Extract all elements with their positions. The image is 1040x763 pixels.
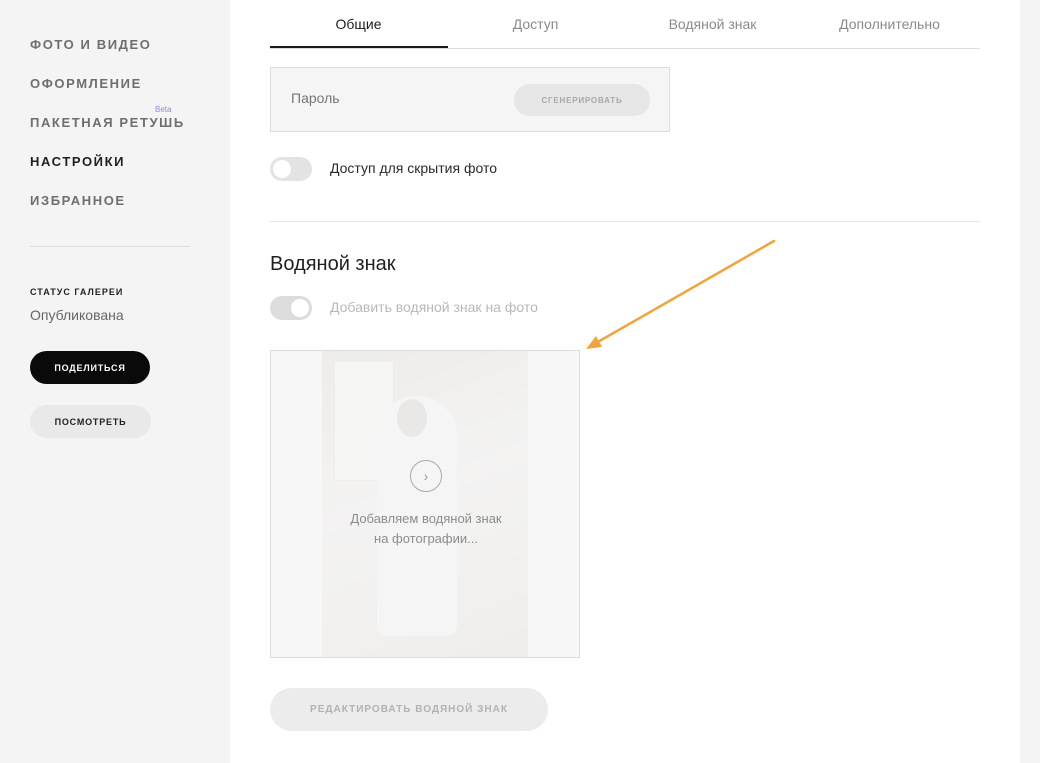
tab-additional[interactable]: Дополнительно xyxy=(801,16,978,32)
password-input[interactable] xyxy=(291,90,491,106)
right-edge-strip xyxy=(1020,0,1040,763)
settings-panel: Общие Доступ Водяной знак Дополнительно … xyxy=(230,0,1020,763)
settings-tabs: Общие Доступ Водяной знак Дополнительно xyxy=(270,0,980,49)
tab-watermark[interactable]: Водяной знак xyxy=(624,16,801,32)
preview-text-line2: на фотографии... xyxy=(374,531,478,546)
loading-spinner-icon: › xyxy=(410,460,442,492)
sidebar-item-photo-video[interactable]: ФОТО И ВИДЕО xyxy=(30,37,151,52)
sidebar-item-batch-retouch[interactable]: ПАКЕТНАЯ РЕТУШЬ xyxy=(30,115,185,130)
preview-loading-text: Добавляем водяной знак на фотографии... xyxy=(271,509,579,549)
toggle-knob xyxy=(291,299,309,317)
sidebar-item-design[interactable]: ОФОРМЛЕНИЕ xyxy=(30,76,142,91)
active-tab-indicator xyxy=(270,46,448,48)
preview-text-line1: Добавляем водяной знак xyxy=(350,511,502,526)
generate-password-button[interactable]: СГЕНЕРИРОВАТЬ xyxy=(514,84,650,116)
sidebar-item-favorites[interactable]: ИЗБРАННОЕ xyxy=(30,193,126,208)
gallery-status-value: Опубликована xyxy=(30,307,124,323)
hide-access-label: Доступ для скрытия фото xyxy=(330,160,497,176)
edit-watermark-button[interactable]: РЕДАКТИРОВАТЬ ВОДЯНОЙ ЗНАК xyxy=(270,688,548,731)
tab-access[interactable]: Доступ xyxy=(447,16,624,32)
sidebar-divider xyxy=(30,246,190,247)
sidebar: ФОТО И ВИДЕО ОФОРМЛЕНИЕ ПАКЕТНАЯ РЕТУШЬ … xyxy=(0,0,230,763)
share-button[interactable]: ПОДЕЛИТЬСЯ xyxy=(30,351,150,384)
toggle-knob xyxy=(273,160,291,178)
gallery-status-title: СТАТУС ГАЛЕРЕИ xyxy=(30,287,124,297)
hide-access-toggle[interactable] xyxy=(270,157,312,181)
tab-general[interactable]: Общие xyxy=(270,16,447,32)
section-divider xyxy=(270,221,980,222)
watermark-section-title: Водяной знак xyxy=(270,253,396,275)
sidebar-item-settings[interactable]: НАСТРОЙКИ xyxy=(30,154,125,169)
watermark-preview: › Добавляем водяной знак на фотографии..… xyxy=(270,350,580,658)
view-button[interactable]: ПОСМОТРЕТЬ xyxy=(30,405,151,438)
add-watermark-toggle[interactable] xyxy=(270,296,312,320)
beta-badge: Beta xyxy=(155,105,172,114)
password-box: СГЕНЕРИРОВАТЬ xyxy=(270,67,670,132)
add-watermark-label: Добавить водяной знак на фото xyxy=(330,299,538,315)
